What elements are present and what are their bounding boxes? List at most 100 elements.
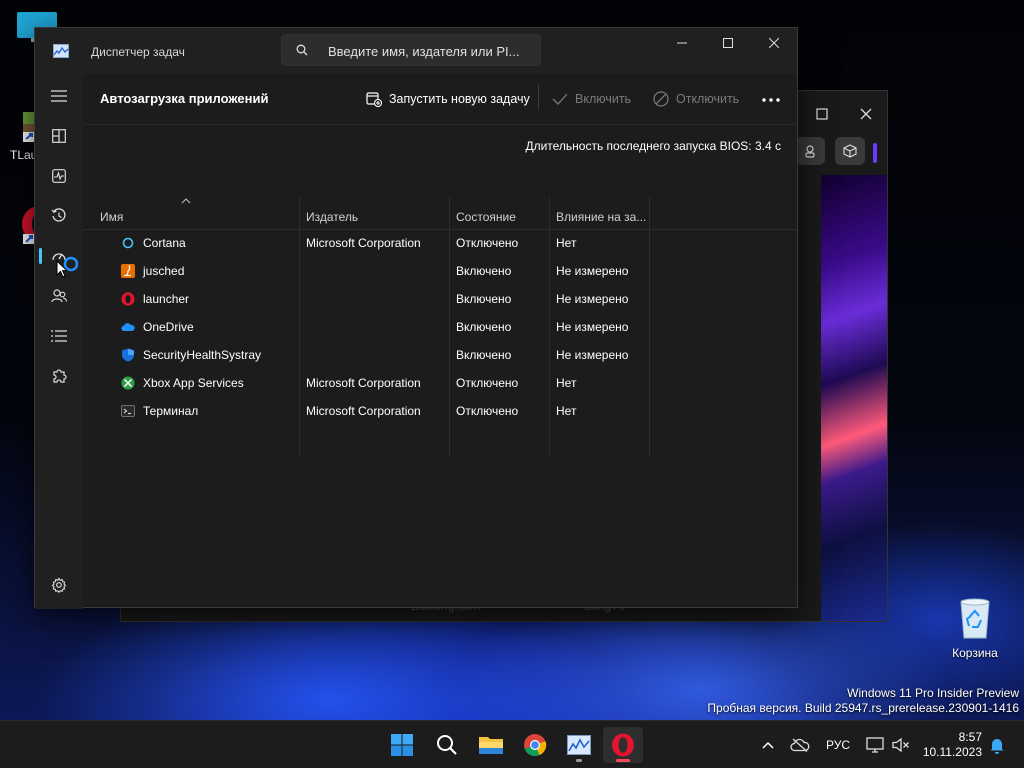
start-button[interactable]	[382, 727, 422, 763]
close-icon[interactable]	[855, 103, 877, 125]
column-header-impact[interactable]: Влияние на за...	[556, 210, 646, 224]
app-impact: Нет	[556, 236, 577, 250]
task-manager-window[interactable]: Диспетчер задач Введите имя, издателя ил…	[34, 27, 798, 609]
chrome-icon	[524, 734, 547, 757]
desktop-icon-recycle-bin[interactable]: Корзина	[944, 596, 1006, 660]
app-name: Терминал	[143, 404, 199, 418]
app-impact: Нет	[556, 404, 577, 418]
search-box[interactable]	[281, 34, 541, 66]
nav-details[interactable]	[43, 320, 75, 352]
page-title: Автозагрузка приложений	[100, 91, 269, 106]
nav-app-history[interactable]	[43, 200, 75, 232]
java-icon	[121, 264, 135, 278]
cube-button[interactable]	[835, 137, 865, 165]
xbox-icon	[121, 376, 135, 390]
recycle-bin-label: Корзина	[952, 646, 998, 660]
maximize-button[interactable]	[705, 28, 751, 58]
disable-button[interactable]: Отключить	[653, 85, 739, 113]
table-row[interactable]: OneDrive Включено Не измерено	[83, 313, 797, 341]
nav-settings[interactable]	[43, 569, 75, 601]
users-icon	[51, 289, 67, 303]
cortana-icon	[122, 237, 134, 249]
maximize-icon	[723, 38, 733, 48]
processes-icon	[52, 129, 66, 143]
mouse-cursor-icon	[56, 260, 68, 278]
nav-services[interactable]	[43, 360, 75, 392]
hamburger-menu-button[interactable]	[43, 80, 75, 112]
search-button[interactable]	[427, 727, 467, 763]
table-row[interactable]: Терминал Microsoft Corporation Отключено…	[83, 397, 797, 425]
clock[interactable]: 8:57 10.11.2023	[918, 730, 982, 760]
table-row[interactable]: launcher Включено Не измерено	[83, 285, 797, 313]
table-row[interactable]: Xbox App Services Microsoft Corporation …	[83, 369, 797, 397]
app-status: Включено	[456, 320, 512, 334]
app-name: OneDrive	[143, 320, 194, 334]
gear-icon	[51, 577, 67, 593]
column-header-status[interactable]: Состояние	[456, 210, 516, 224]
maximize-icon[interactable]	[811, 103, 833, 125]
table-row[interactable]: Cortana Microsoft Corporation Отключено …	[83, 229, 797, 257]
column-header-name[interactable]: Имя	[100, 210, 123, 224]
show-hidden-icons-button[interactable]	[754, 727, 782, 763]
build-watermark: Windows 11 Pro Insider Preview Пробная в…	[707, 686, 1019, 716]
column-header-publisher[interactable]: Издатель	[306, 210, 358, 224]
onedrive-tray-button[interactable]	[786, 727, 814, 763]
profile-button[interactable]	[795, 137, 825, 165]
app-publisher: Microsoft Corporation	[306, 236, 421, 250]
task-manager-icon	[53, 44, 69, 58]
input-language-indicator[interactable]: РУС	[826, 738, 850, 752]
start-icon	[391, 734, 413, 756]
search-input[interactable]	[328, 41, 533, 61]
app-name: SecurityHealthSystray	[143, 348, 262, 362]
notifications-button[interactable]	[984, 727, 1010, 763]
nav-users[interactable]	[43, 280, 75, 312]
run-new-task-button[interactable]: Запустить новую задачу	[366, 85, 530, 113]
opera-taskbar-button[interactable]	[603, 727, 643, 763]
volume-tray-button[interactable]	[888, 727, 914, 763]
chevron-up-icon	[762, 741, 774, 749]
app-impact: Не измерено	[556, 348, 629, 362]
wallpaper-artwork	[821, 175, 887, 621]
task-manager-taskbar-button[interactable]	[559, 727, 599, 763]
network-tray-button[interactable]	[862, 727, 888, 763]
nav-startup-apps[interactable]	[39, 240, 79, 278]
window-title: Диспетчер задач	[91, 45, 185, 59]
onedrive-icon	[121, 323, 135, 331]
table-row[interactable]: SecurityHealthSystray Включено Не измере…	[83, 341, 797, 369]
bios-duration-text: Длительность последнего запуска BIOS: 3.…	[525, 139, 781, 153]
close-button[interactable]	[751, 28, 797, 58]
sort-ascending-icon	[181, 198, 191, 204]
close-icon	[769, 38, 779, 48]
minimize-button[interactable]	[659, 28, 705, 58]
table-row[interactable]: jusched Включено Не измерено	[83, 257, 797, 285]
search-icon	[437, 735, 457, 755]
more-options-button[interactable]	[762, 88, 780, 106]
window-controls	[659, 28, 797, 58]
run-new-task-label: Запустить новую задачу	[389, 92, 530, 106]
watermark-edition: Windows 11 Pro Insider Preview	[847, 686, 1019, 700]
performance-icon	[52, 169, 66, 183]
sidebar-accent-bar	[873, 143, 877, 163]
new-task-icon	[366, 92, 382, 107]
title-bar[interactable]: Диспетчер задач	[35, 28, 797, 74]
file-explorer-button[interactable]	[471, 727, 511, 763]
nav-performance[interactable]	[43, 160, 75, 192]
nav-processes[interactable]	[43, 120, 75, 152]
app-status: Отключено	[456, 404, 519, 418]
chrome-button[interactable]	[515, 727, 555, 763]
minimize-icon	[677, 42, 687, 44]
bg-window-controls	[811, 103, 877, 125]
opera-icon	[612, 733, 634, 757]
more-dots-icon	[762, 98, 780, 102]
history-icon	[51, 208, 66, 222]
cloud-offline-icon	[790, 738, 810, 752]
clock-date: 10.11.2023	[922, 745, 982, 759]
taskbar: РУС 8:57 10.11.2023	[0, 720, 1024, 768]
app-name: Cortana	[143, 236, 186, 250]
enable-button[interactable]: Включить	[552, 85, 631, 113]
app-impact: Нет	[556, 376, 577, 390]
app-name: launcher	[143, 292, 190, 306]
app-status: Включено	[456, 348, 512, 362]
hamburger-icon	[51, 90, 67, 102]
search-icon	[296, 44, 308, 56]
